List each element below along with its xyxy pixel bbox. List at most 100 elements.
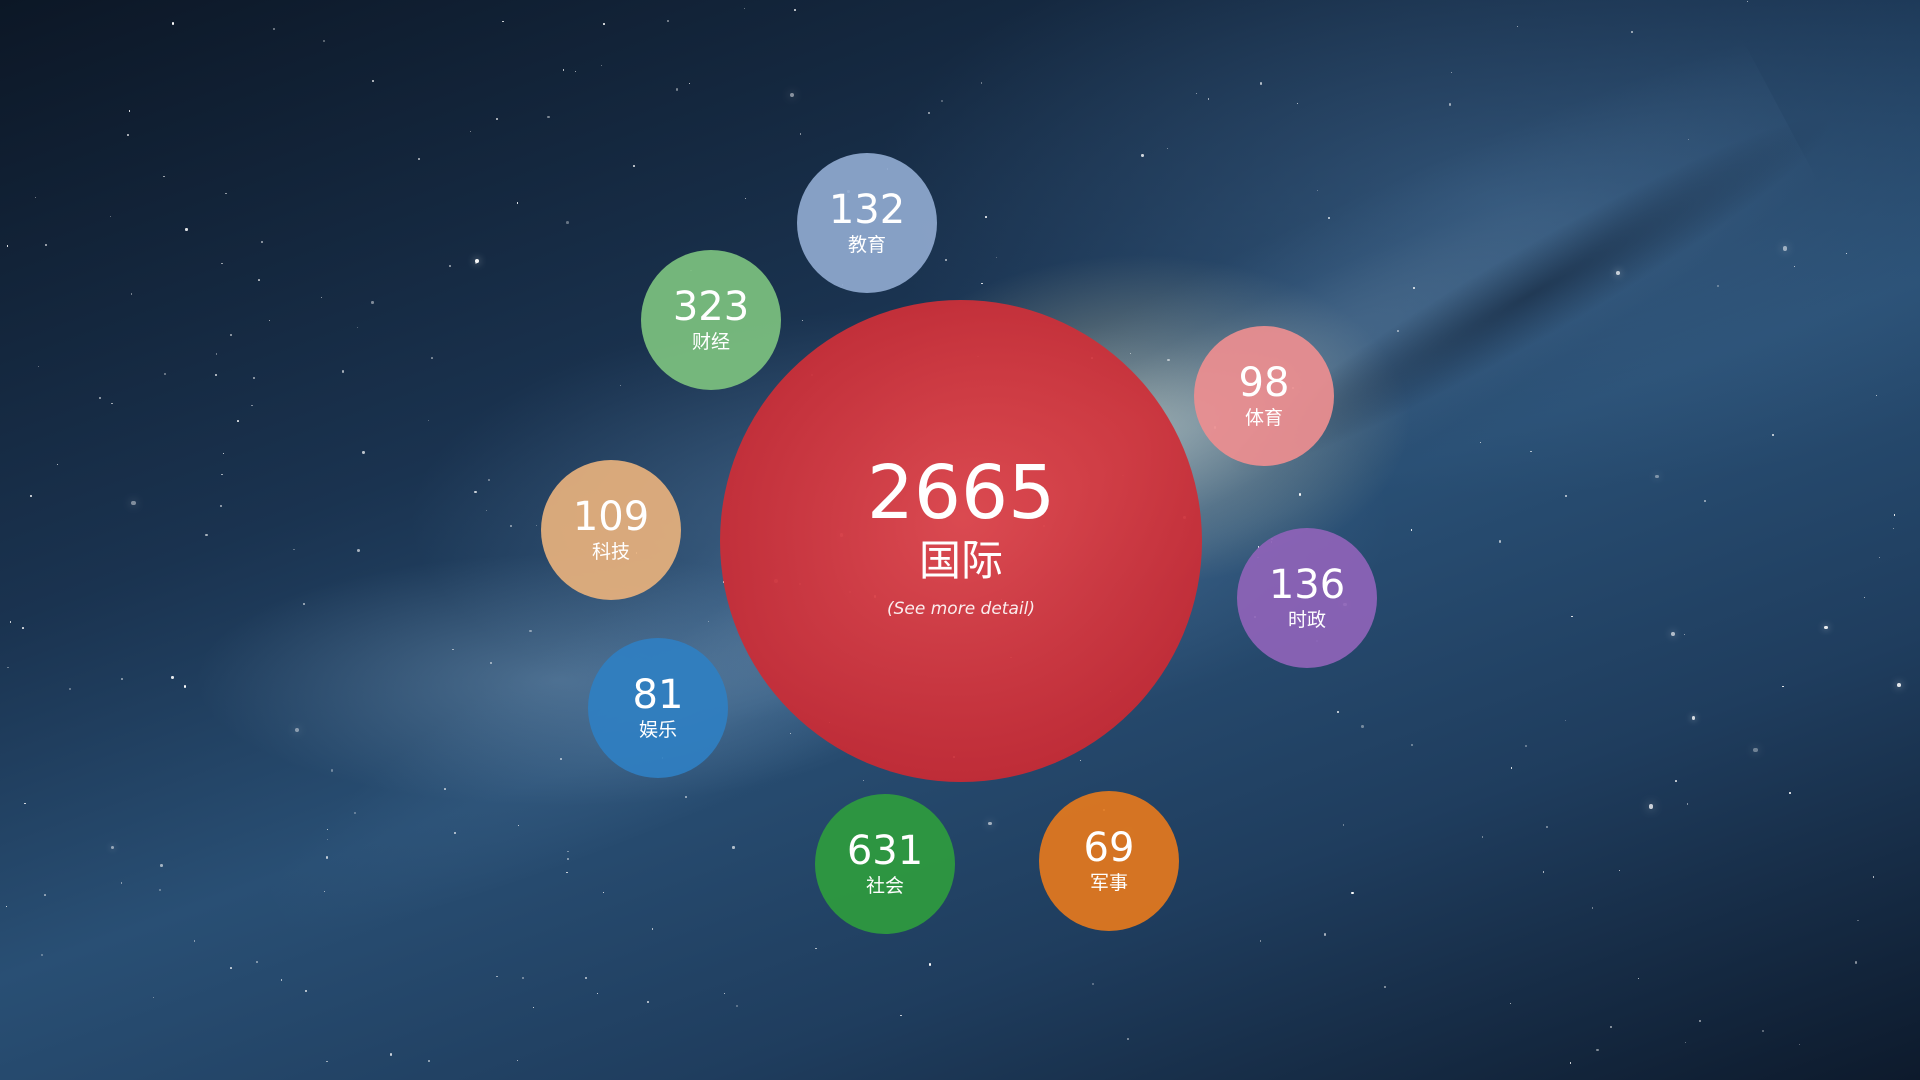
bubble-society[interactable]: 631 社会 xyxy=(815,794,955,934)
star xyxy=(684,796,687,799)
bubble-education[interactable]: 132 教育 xyxy=(797,153,937,293)
star xyxy=(1675,780,1677,783)
star xyxy=(496,118,499,121)
star xyxy=(221,262,224,265)
star xyxy=(863,779,865,781)
bubble-label: 军事 xyxy=(1089,872,1128,894)
star xyxy=(1893,528,1895,530)
star xyxy=(1746,1,1748,3)
star xyxy=(225,192,227,195)
star xyxy=(1762,1030,1765,1033)
star xyxy=(487,478,490,481)
star xyxy=(1410,529,1413,531)
star xyxy=(1894,514,1896,516)
star xyxy=(566,857,569,860)
bubble-politics[interactable]: 136 时政 xyxy=(1237,528,1377,668)
star xyxy=(566,221,570,224)
star xyxy=(5,905,7,907)
star xyxy=(1412,286,1415,289)
star xyxy=(6,244,9,247)
star xyxy=(1565,495,1567,497)
star xyxy=(237,419,240,422)
star xyxy=(1863,597,1865,599)
star xyxy=(158,888,162,892)
star xyxy=(1596,1048,1599,1052)
bubble-entertainment[interactable]: 81 娱乐 xyxy=(588,638,728,778)
star xyxy=(34,196,36,198)
star xyxy=(44,243,48,247)
star xyxy=(535,525,537,527)
star xyxy=(575,71,577,73)
star xyxy=(1569,1061,1572,1064)
bubble-value: 132 xyxy=(828,187,906,233)
star xyxy=(1630,31,1633,34)
star xyxy=(1875,395,1877,397)
star xyxy=(120,678,123,681)
star xyxy=(1788,792,1791,795)
star xyxy=(1687,139,1689,141)
star xyxy=(323,40,326,43)
star xyxy=(127,134,129,137)
star xyxy=(474,490,477,493)
star xyxy=(1481,836,1483,838)
star xyxy=(560,758,563,761)
star xyxy=(130,293,133,296)
star xyxy=(357,327,359,329)
star xyxy=(1166,147,1168,149)
star xyxy=(1525,745,1528,748)
star xyxy=(260,240,263,243)
bubble-value: 631 xyxy=(846,828,924,874)
bubble-label: 科技 xyxy=(591,541,630,563)
star xyxy=(1195,92,1197,94)
star xyxy=(327,828,329,830)
star xyxy=(183,685,187,688)
star xyxy=(732,846,735,849)
star xyxy=(651,927,654,930)
bubble-label: 社会 xyxy=(865,875,904,897)
bubble-finance[interactable]: 323 财经 xyxy=(641,250,781,390)
star xyxy=(1683,634,1686,636)
star xyxy=(567,850,569,852)
bubble-sports[interactable]: 98 体育 xyxy=(1194,326,1334,466)
star xyxy=(1872,876,1875,878)
star xyxy=(1619,869,1621,871)
star xyxy=(1384,985,1387,988)
star xyxy=(193,940,196,942)
see-more-detail-link[interactable]: (See more detail) xyxy=(887,599,1035,619)
star xyxy=(985,216,988,219)
star xyxy=(794,9,797,11)
star xyxy=(131,500,136,506)
star xyxy=(1878,557,1880,559)
bubble-technology[interactable]: 109 科技 xyxy=(541,460,681,600)
star xyxy=(256,961,258,963)
star xyxy=(1080,759,1082,761)
star xyxy=(252,376,255,379)
star xyxy=(1823,625,1828,630)
star xyxy=(22,626,24,629)
star xyxy=(723,992,726,994)
star xyxy=(743,7,746,10)
star xyxy=(323,891,325,893)
star xyxy=(1361,725,1365,728)
star xyxy=(1296,102,1299,105)
star xyxy=(529,629,532,632)
star xyxy=(735,1005,739,1008)
star xyxy=(326,1060,328,1062)
star xyxy=(799,133,802,135)
star xyxy=(229,334,232,337)
star xyxy=(1782,246,1788,251)
star xyxy=(109,215,112,218)
bubble-military[interactable]: 69 军事 xyxy=(1039,791,1179,931)
star xyxy=(219,504,223,508)
star xyxy=(230,967,233,969)
star xyxy=(1511,767,1513,769)
center-bubble-international[interactable]: 2665 国际 (See more detail) xyxy=(720,300,1202,782)
star xyxy=(111,402,113,404)
star xyxy=(341,370,344,373)
star xyxy=(44,894,47,896)
star xyxy=(371,79,374,83)
star xyxy=(789,92,795,98)
star xyxy=(171,22,175,25)
star xyxy=(128,110,131,112)
star xyxy=(596,992,599,995)
